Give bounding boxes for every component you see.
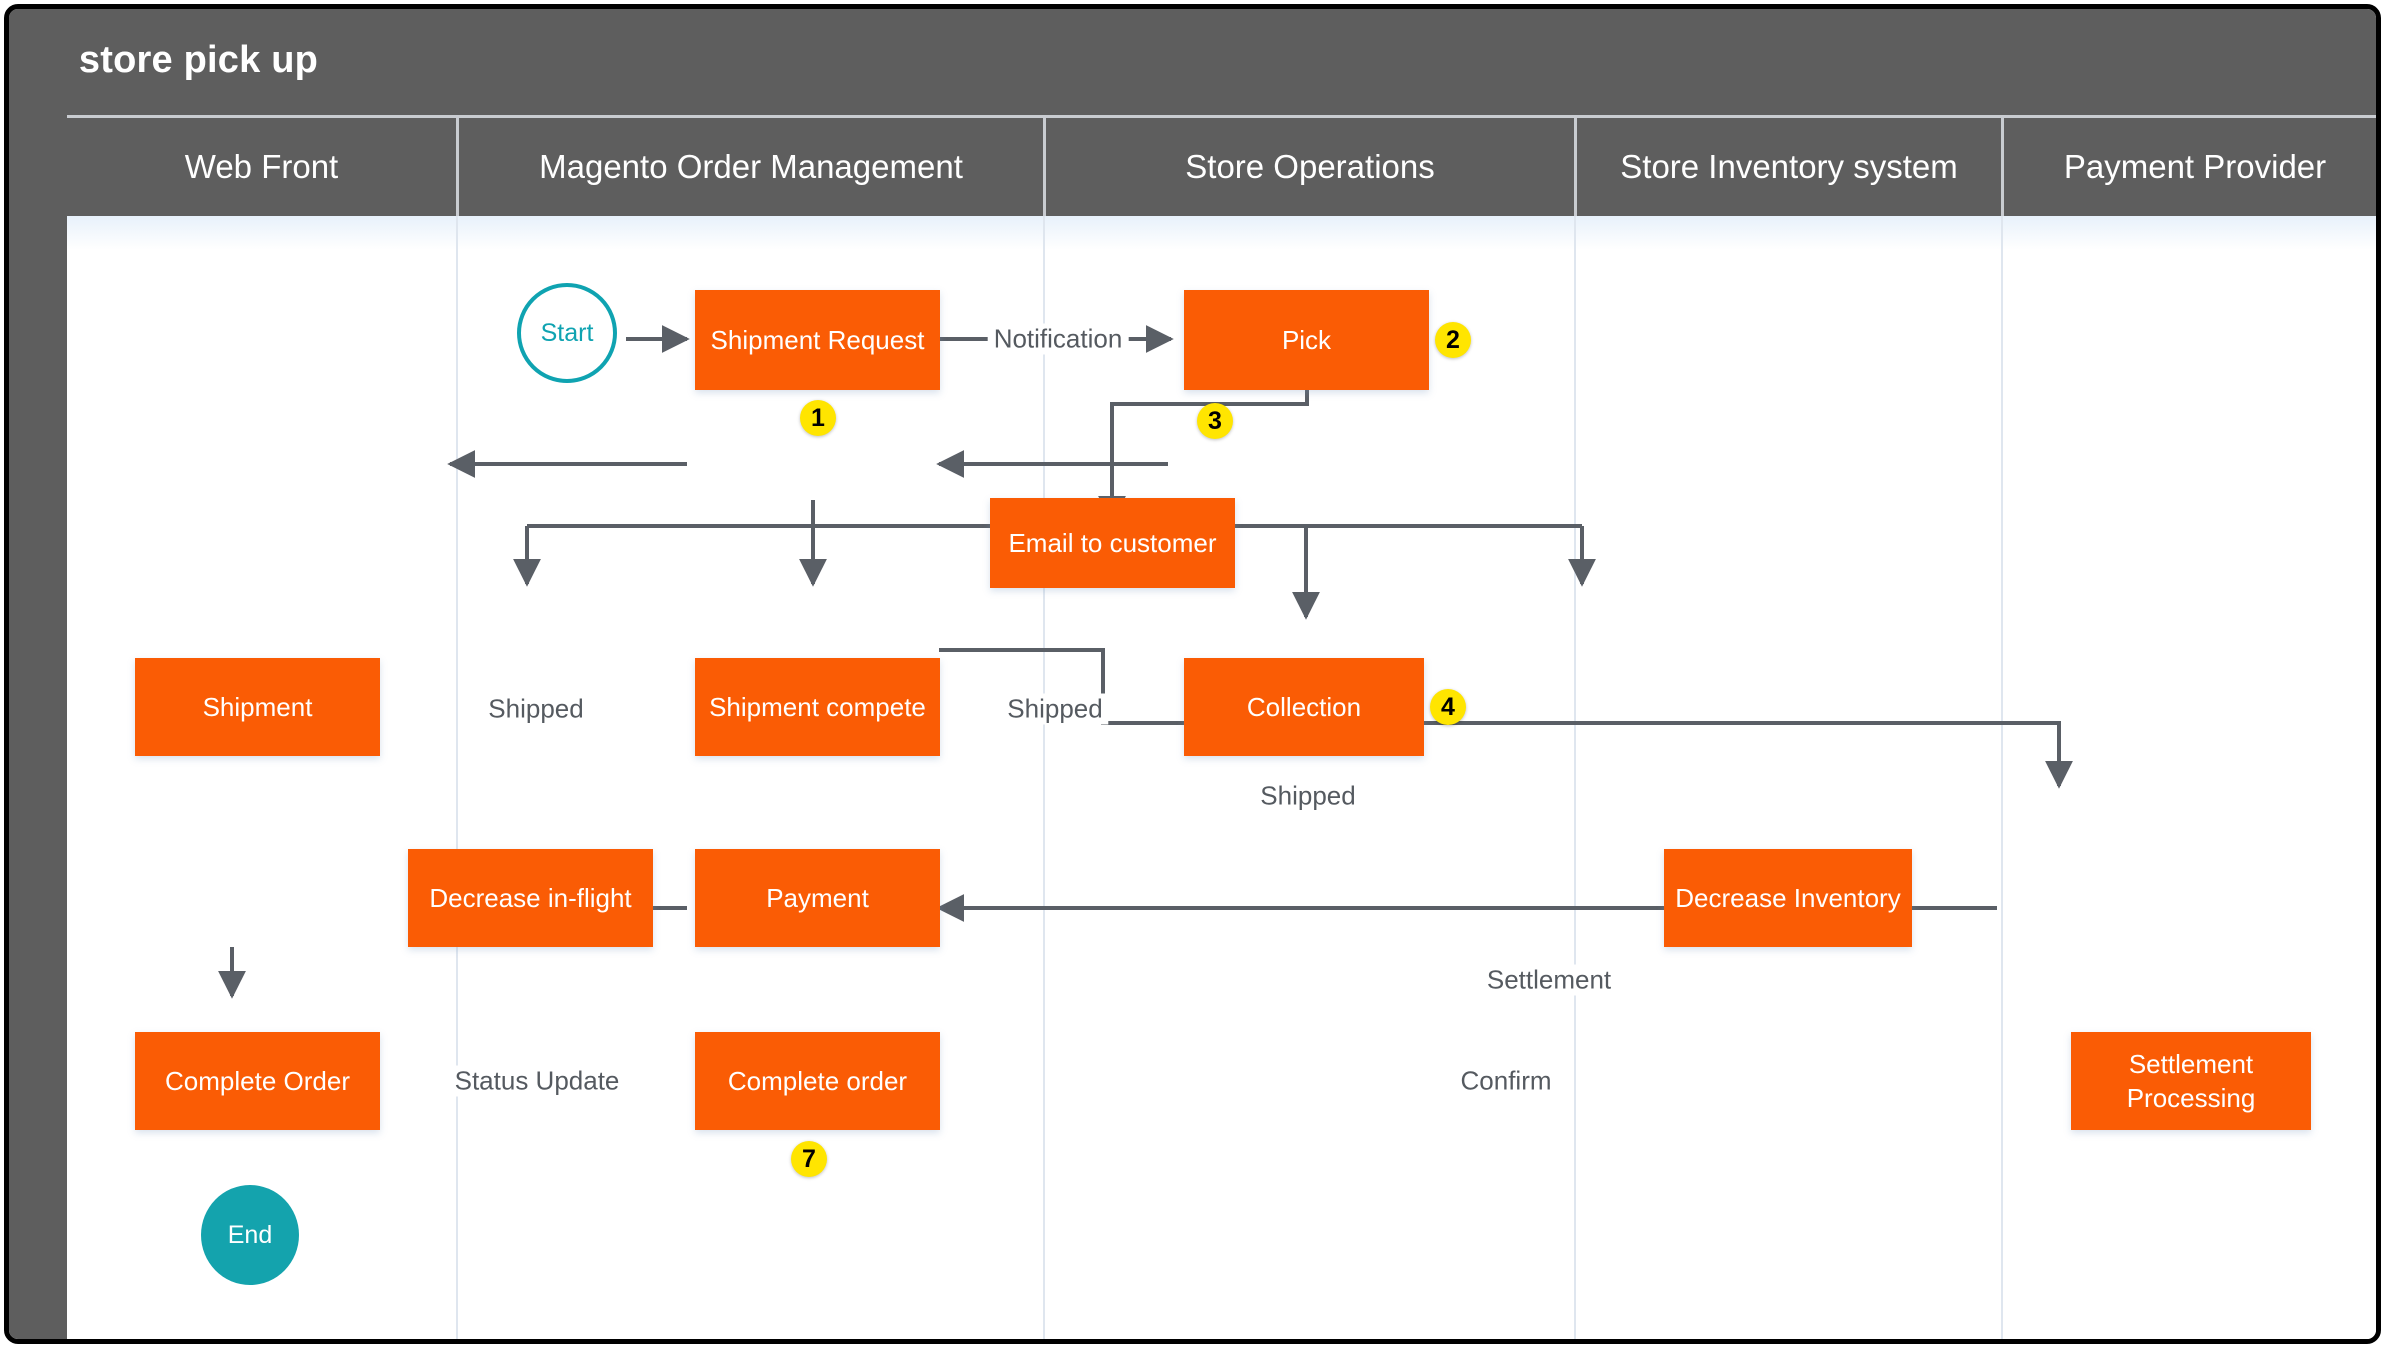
node-shipment[interactable]: Shipment [135,658,380,756]
node-label: Decrease Inventory [1675,882,1901,913]
lane-header-label: Store Inventory system [1620,148,1958,185]
node-label: Decrease in-flight [429,882,632,913]
node-payment[interactable]: Payment [695,849,940,947]
node-label: Complete Order [165,1065,350,1096]
node-decrease-in-flight[interactable]: Decrease in-flight [408,849,653,947]
node-label: Shipment compete [709,691,926,722]
diagram-frame: In store pick up Web Front Magento Order… [4,4,2381,1344]
edge-label-shipped-collection: Shipped [1001,693,1109,725]
lane-column-web-front [67,216,456,1339]
badge-1: 1 [800,400,836,436]
node-label: Email to customer [1008,527,1217,558]
badge-number: 7 [802,1144,816,1173]
badge-4: 4 [1430,689,1466,725]
node-label: Payment [766,882,869,913]
node-label: End [227,1220,273,1249]
diagram-title-bar: In store pick up [9,9,2376,115]
node-label: Shipment Request [710,324,925,355]
lane-header-label: Magento Order Management [539,148,963,185]
badge-7: 7 [791,1141,827,1177]
edge-label-shipped-shipment: Shipped [482,693,590,725]
node-pick[interactable]: Pick [1184,290,1429,390]
lane-header-label: Store Operations [1185,148,1435,185]
diagram-canvas: In store pick up Web Front Magento Order… [0,0,2389,1350]
node-start[interactable]: Start [517,283,617,383]
node-collection[interactable]: Collection [1184,658,1424,756]
badge-number: 2 [1446,325,1460,354]
badge-number: 3 [1208,406,1222,435]
node-shipment-request[interactable]: Shipment Request [695,290,940,390]
lane-column-payment-provider [2001,216,2376,1339]
node-shipment-compete[interactable]: Shipment compete [695,658,940,756]
lane-header-label: Web Front [184,148,339,185]
lane-top-glow [2003,216,2376,250]
swimlane-header-row: Web Front Magento Order Management Store… [67,115,2376,219]
node-end[interactable]: End [201,1185,299,1285]
lane-top-glow [1576,216,2001,250]
badge-number: 1 [811,403,825,432]
lane-header-magento: Magento Order Management [456,118,1043,216]
lane-header-store-operations: Store Operations [1043,118,1574,216]
lane-top-glow [1045,216,1574,250]
edge-label-shipped-inventory: Shipped [1254,780,1362,812]
edge-label-settlement: Settlement [1480,964,1618,996]
badge-2: 2 [1435,322,1471,358]
lane-top-glow [458,216,1043,250]
edge-label-confirm: Confirm [1454,1065,1558,1097]
node-email-to-customer[interactable]: Email to customer [990,498,1235,588]
node-complete-order-web[interactable]: Complete Order [135,1032,380,1130]
page-title: In store pick up [34,39,319,81]
node-label: Shipment [202,691,313,722]
node-complete-order-mom[interactable]: Complete order [695,1032,940,1130]
edge-label-status-update: Status Update [448,1065,626,1097]
lane-top-glow [67,216,456,250]
lane-header-store-inventory: Store Inventory system [1574,118,2001,216]
node-settlement-processing[interactable]: Settlement Processing [2071,1032,2311,1130]
node-label: Collection [1246,691,1362,722]
node-label: Complete order [727,1065,908,1096]
left-gutter [9,9,67,1339]
lane-header-payment-provider: Payment Provider [2001,118,2376,216]
lane-header-web-front: Web Front [67,118,456,216]
lane-column-store-inventory [1574,216,2001,1339]
node-decrease-inventory[interactable]: Decrease Inventory [1664,849,1912,947]
node-label: Start [540,318,594,347]
node-label: Settlement Processing [2126,1048,2256,1113]
edge-label-notification: Notification [987,323,1129,355]
badge-number: 4 [1441,692,1455,721]
lane-header-label: Payment Provider [2063,148,2327,185]
badge-3: 3 [1197,403,1233,439]
node-label: Pick [1281,324,1332,355]
